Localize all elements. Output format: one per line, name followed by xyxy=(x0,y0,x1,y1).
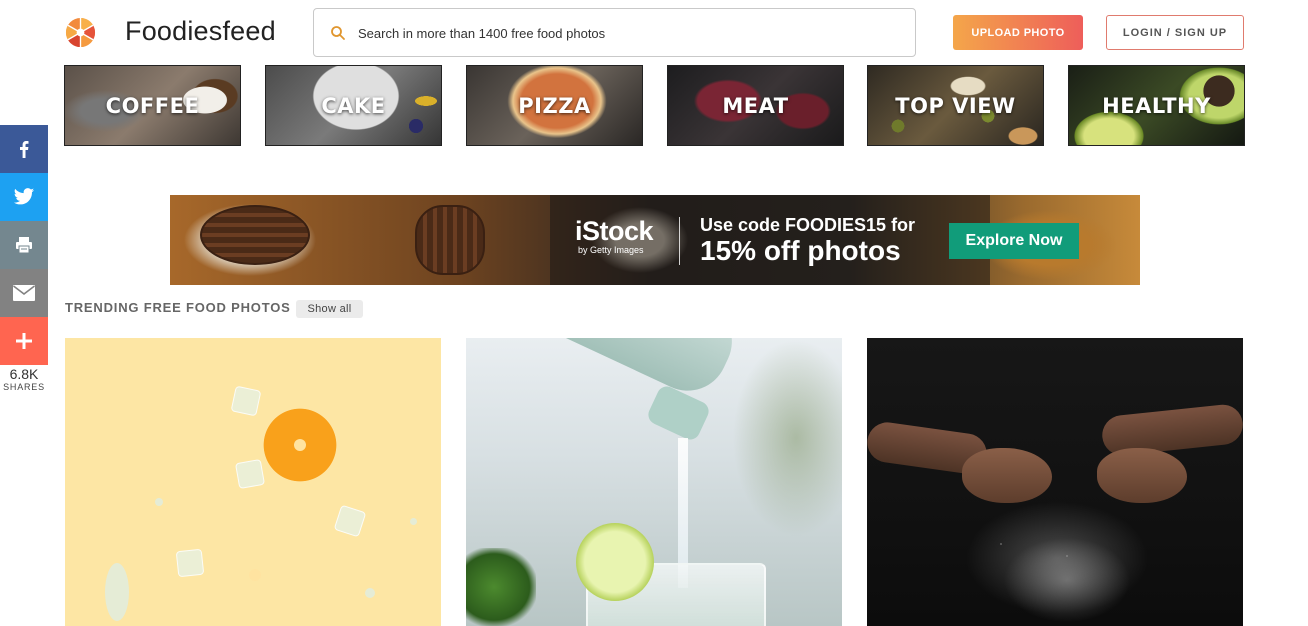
lime-slice xyxy=(576,523,654,601)
water-drop xyxy=(365,588,375,598)
share-more-button[interactable] xyxy=(0,317,48,365)
category-pizza[interactable]: PIZZA xyxy=(466,65,643,146)
share-count: 6.8K SHARES xyxy=(0,365,48,393)
show-all-button[interactable]: Show all xyxy=(296,300,363,318)
share-count-label: SHARES xyxy=(3,382,45,392)
category-coffee[interactable]: COFFEE xyxy=(64,65,241,146)
ad-brand: iStock by Getty Images xyxy=(575,216,654,255)
explore-now-button[interactable]: Explore Now xyxy=(949,223,1079,259)
ice-cube xyxy=(230,385,262,417)
category-cake[interactable]: CAKE xyxy=(265,65,442,146)
ad-brand-name: iStock xyxy=(575,216,654,246)
orange-slice-center xyxy=(294,439,306,451)
ad-pecan-image xyxy=(200,205,310,265)
plus-icon xyxy=(16,333,32,349)
hand-shape xyxy=(1097,448,1187,503)
share-count-number: 6.8K xyxy=(9,366,39,382)
bottle-neck-shape xyxy=(645,383,712,443)
category-label: CAKE xyxy=(321,93,386,118)
ad-brand-sub: by Getty Images xyxy=(578,245,644,255)
photo-card-oranges[interactable] xyxy=(65,338,441,626)
share-facebook-button[interactable] xyxy=(0,125,48,173)
category-label: HEALTHY xyxy=(1102,93,1211,118)
category-healthy[interactable]: HEALTHY xyxy=(1068,65,1245,146)
photo-card-bottle-pour[interactable] xyxy=(466,338,842,626)
istock-ad-banner[interactable]: iStock by Getty Images Use code FOODIES1… xyxy=(170,195,1140,285)
login-signup-button[interactable]: LOGIN / SIGN UP xyxy=(1106,15,1244,50)
share-email-button[interactable] xyxy=(0,269,48,317)
photo-card-flour-hands[interactable] xyxy=(867,338,1243,626)
site-logo-text[interactable]: Foodiesfeed xyxy=(125,16,276,47)
email-icon xyxy=(13,285,35,301)
category-label: PIZZA xyxy=(518,93,591,118)
hand-shape xyxy=(962,448,1052,503)
category-label: TOP VIEW xyxy=(895,93,1016,118)
ad-divider xyxy=(679,217,680,265)
search-input[interactable] xyxy=(358,19,898,47)
ice-cube xyxy=(234,458,266,490)
ad-pecan-image xyxy=(415,205,485,275)
upload-photo-button[interactable]: UPLOAD PHOTO xyxy=(953,15,1083,50)
share-print-button[interactable] xyxy=(0,221,48,269)
water-drop xyxy=(105,563,129,621)
category-meat[interactable]: MEAT xyxy=(667,65,844,146)
logo-icon[interactable] xyxy=(65,17,96,48)
ad-headline: Use code FOODIES15 for xyxy=(700,215,916,235)
search-box[interactable] xyxy=(313,8,916,57)
print-icon xyxy=(16,237,32,254)
share-twitter-button[interactable] xyxy=(0,173,48,221)
facebook-icon xyxy=(20,141,29,158)
ice-cube xyxy=(333,504,367,538)
search-icon xyxy=(331,26,345,40)
twitter-icon xyxy=(13,188,35,205)
category-label: MEAT xyxy=(722,93,789,118)
orange-slice-center xyxy=(249,569,261,581)
ice-cube xyxy=(175,548,205,578)
category-label: COFFEE xyxy=(105,93,200,118)
mint-glass-shape xyxy=(466,548,536,626)
ad-offer: 15% off photos xyxy=(700,235,901,266)
bottle-shape xyxy=(489,338,746,404)
trending-title: TRENDING FREE FOOD PHOTOS xyxy=(65,300,291,315)
share-sidebar: 6.8K SHARES xyxy=(0,125,48,393)
water-drop xyxy=(155,498,163,506)
water-drop xyxy=(410,518,417,525)
site-header: Foodiesfeed UPLOAD PHOTO LOGIN / SIGN UP xyxy=(0,0,1308,66)
flour-dust xyxy=(957,508,1177,626)
category-top-view[interactable]: TOP VIEW xyxy=(867,65,1044,146)
